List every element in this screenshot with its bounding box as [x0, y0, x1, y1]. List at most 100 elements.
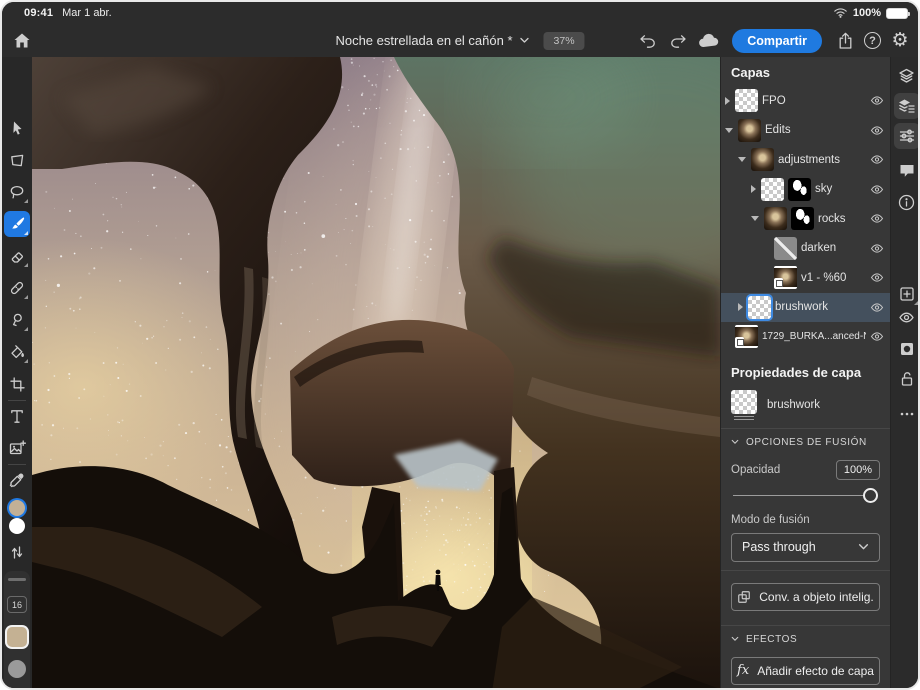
chevron-down-icon: [858, 543, 869, 551]
adjustments-tab[interactable]: [894, 123, 920, 149]
layer-visibility-eye-icon[interactable]: [866, 184, 888, 195]
layers-detail-tab[interactable]: [894, 93, 920, 119]
home-button[interactable]: [10, 28, 34, 52]
layer-name: Edits: [765, 124, 866, 136]
app-toolbar: Noche estrellada en el cañón * 37% Compa…: [2, 24, 918, 57]
layer-visibility-eye-icon[interactable]: [866, 213, 888, 224]
blend-mode-dropdown[interactable]: Pass through: [731, 533, 880, 562]
share-button[interactable]: Compartir: [732, 29, 822, 53]
layer-thumbnail-checker[interactable]: [748, 296, 771, 319]
layer-visibility-eye-icon[interactable]: [866, 331, 888, 342]
swap-colors-button[interactable]: [4, 539, 30, 565]
redo-button[interactable]: [666, 29, 690, 53]
foreground-color-chip[interactable]: [9, 500, 25, 516]
layer-row-v1-60[interactable]: v1 - %60: [721, 263, 890, 293]
layer-row-sky[interactable]: sky: [721, 175, 890, 205]
brush-color-swatch[interactable]: [7, 627, 27, 647]
layer-thumbnail-mask[interactable]: [788, 178, 811, 201]
layer-name: FPO: [762, 95, 866, 107]
layer-properties-title: Propiedades de capa: [721, 361, 890, 386]
layer-row-edits[interactable]: Edits: [721, 116, 890, 146]
app-window: 09:41 Mar 1 abr. 100% Noche estrellada e…: [0, 0, 920, 690]
canvas-document[interactable]: [32, 57, 720, 690]
chevron-down-icon: [731, 635, 739, 643]
layer-visibility-eye-icon[interactable]: [866, 125, 888, 136]
layer-row-brushwork[interactable]: brushwork: [721, 293, 890, 323]
zoom-level-badge[interactable]: 37%: [544, 32, 585, 50]
expand-arrow-icon[interactable]: [725, 97, 730, 105]
expand-arrow-icon[interactable]: [738, 303, 743, 311]
move-tool[interactable]: [4, 115, 30, 141]
add-layer-effect-button[interactable]: fx Añadir efecto de capa: [731, 657, 880, 685]
blend-options-header[interactable]: OPCIONES DE FUSIÓN: [731, 437, 880, 448]
place-photo-tool[interactable]: [4, 435, 30, 461]
settings-gear-icon[interactable]: ⚙: [888, 29, 912, 53]
layer-row-rocks[interactable]: rocks: [721, 204, 890, 234]
opacity-value-field[interactable]: 100%: [836, 460, 880, 480]
brush-opacity-chip[interactable]: [8, 660, 26, 678]
layers-compact-tab[interactable]: [894, 63, 920, 89]
fill-tool[interactable]: [4, 339, 30, 365]
opacity-slider-thumb[interactable]: [863, 488, 878, 503]
layer-row-adjustments[interactable]: adjustments: [721, 145, 890, 175]
document-title[interactable]: Noche estrellada en el cañón *: [335, 33, 512, 48]
layer-row-1729-burka-anced-nr33[interactable]: 1729_BURKA...anced-NR33: [721, 322, 890, 352]
layer-visibility-button[interactable]: [894, 304, 920, 330]
layer-thumbnail-photo[interactable]: [751, 148, 774, 171]
layer-thumbnail-smart[interactable]: [735, 325, 758, 348]
layer-thumbnail-mask[interactable]: [791, 207, 814, 230]
info-tab[interactable]: [894, 189, 920, 215]
opacity-slider[interactable]: [733, 488, 878, 504]
export-icon[interactable]: [833, 29, 857, 53]
layer-visibility-eye-icon[interactable]: [866, 302, 888, 313]
undo-button[interactable]: [635, 29, 659, 53]
effects-header[interactable]: EFECTOS: [731, 634, 880, 645]
layer-visibility-eye-icon[interactable]: [866, 154, 888, 165]
layer-name: rocks: [818, 213, 866, 225]
healing-brush-tool[interactable]: [4, 275, 30, 301]
layer-row-darken[interactable]: darken: [721, 234, 890, 264]
layer-thumbnail-photo[interactable]: [738, 119, 761, 142]
expand-arrow-icon[interactable]: [751, 216, 759, 221]
expand-arrow-icon[interactable]: [738, 157, 746, 162]
layer-thumbnail-checker[interactable]: [735, 89, 758, 112]
drag-handle[interactable]: [8, 578, 26, 581]
cloud-sync-icon[interactable]: [697, 29, 721, 53]
fx-icon: fx: [737, 663, 749, 678]
layer-visibility-eye-icon[interactable]: [866, 243, 888, 254]
layer-thumbnail-smart[interactable]: [774, 266, 797, 289]
layer-name: 1729_BURKA...anced-NR33: [762, 331, 866, 342]
expand-arrow-icon[interactable]: [751, 185, 756, 193]
tool-rail: 16 •••: [2, 57, 32, 688]
eyedropper-tool[interactable]: [4, 467, 30, 493]
transform-tool[interactable]: [4, 147, 30, 173]
lock-layer-button[interactable]: [894, 366, 920, 392]
layer-more-options-button[interactable]: [894, 401, 920, 427]
background-color-chip[interactable]: [9, 518, 25, 534]
layer-mask-button[interactable]: [894, 336, 920, 362]
brush-tool[interactable]: [4, 211, 30, 237]
lasso-select-tool[interactable]: [4, 179, 30, 205]
brush-size-field[interactable]: 16: [7, 596, 27, 613]
layer-thumbnail-checker[interactable]: [761, 178, 784, 201]
comments-tab[interactable]: [894, 157, 920, 183]
document-title-group[interactable]: Noche estrellada en el cañón * 37%: [335, 24, 584, 57]
layer-visibility-eye-icon[interactable]: [866, 272, 888, 283]
convert-smart-object-button[interactable]: Conv. a objeto intelig.: [731, 583, 880, 611]
clone-stamp-tool[interactable]: [4, 307, 30, 333]
expand-arrow-icon[interactable]: [725, 128, 733, 133]
layer-thumbnail-curves[interactable]: [774, 237, 797, 260]
layer-visibility-eye-icon[interactable]: [866, 95, 888, 106]
layer-thumbnail-photo[interactable]: [764, 207, 787, 230]
properties-layer-thumbnail: [731, 390, 757, 414]
clock: 09:41: [24, 7, 53, 19]
crop-tool[interactable]: [4, 371, 30, 397]
layer-row-fpo[interactable]: FPO: [721, 86, 890, 116]
blend-options-section: OPCIONES DE FUSIÓN Opacidad 100% Modo de…: [721, 428, 890, 570]
help-icon[interactable]: ?: [864, 32, 881, 49]
eraser-tool[interactable]: [4, 243, 30, 269]
layer-name: v1 - %60: [801, 272, 866, 284]
convert-section: Conv. a objeto intelig.: [721, 570, 890, 625]
type-tool[interactable]: [4, 403, 30, 429]
layers-panel: Capas FPOEditsadjustmentsskyrocksdarkenv…: [720, 57, 890, 688]
